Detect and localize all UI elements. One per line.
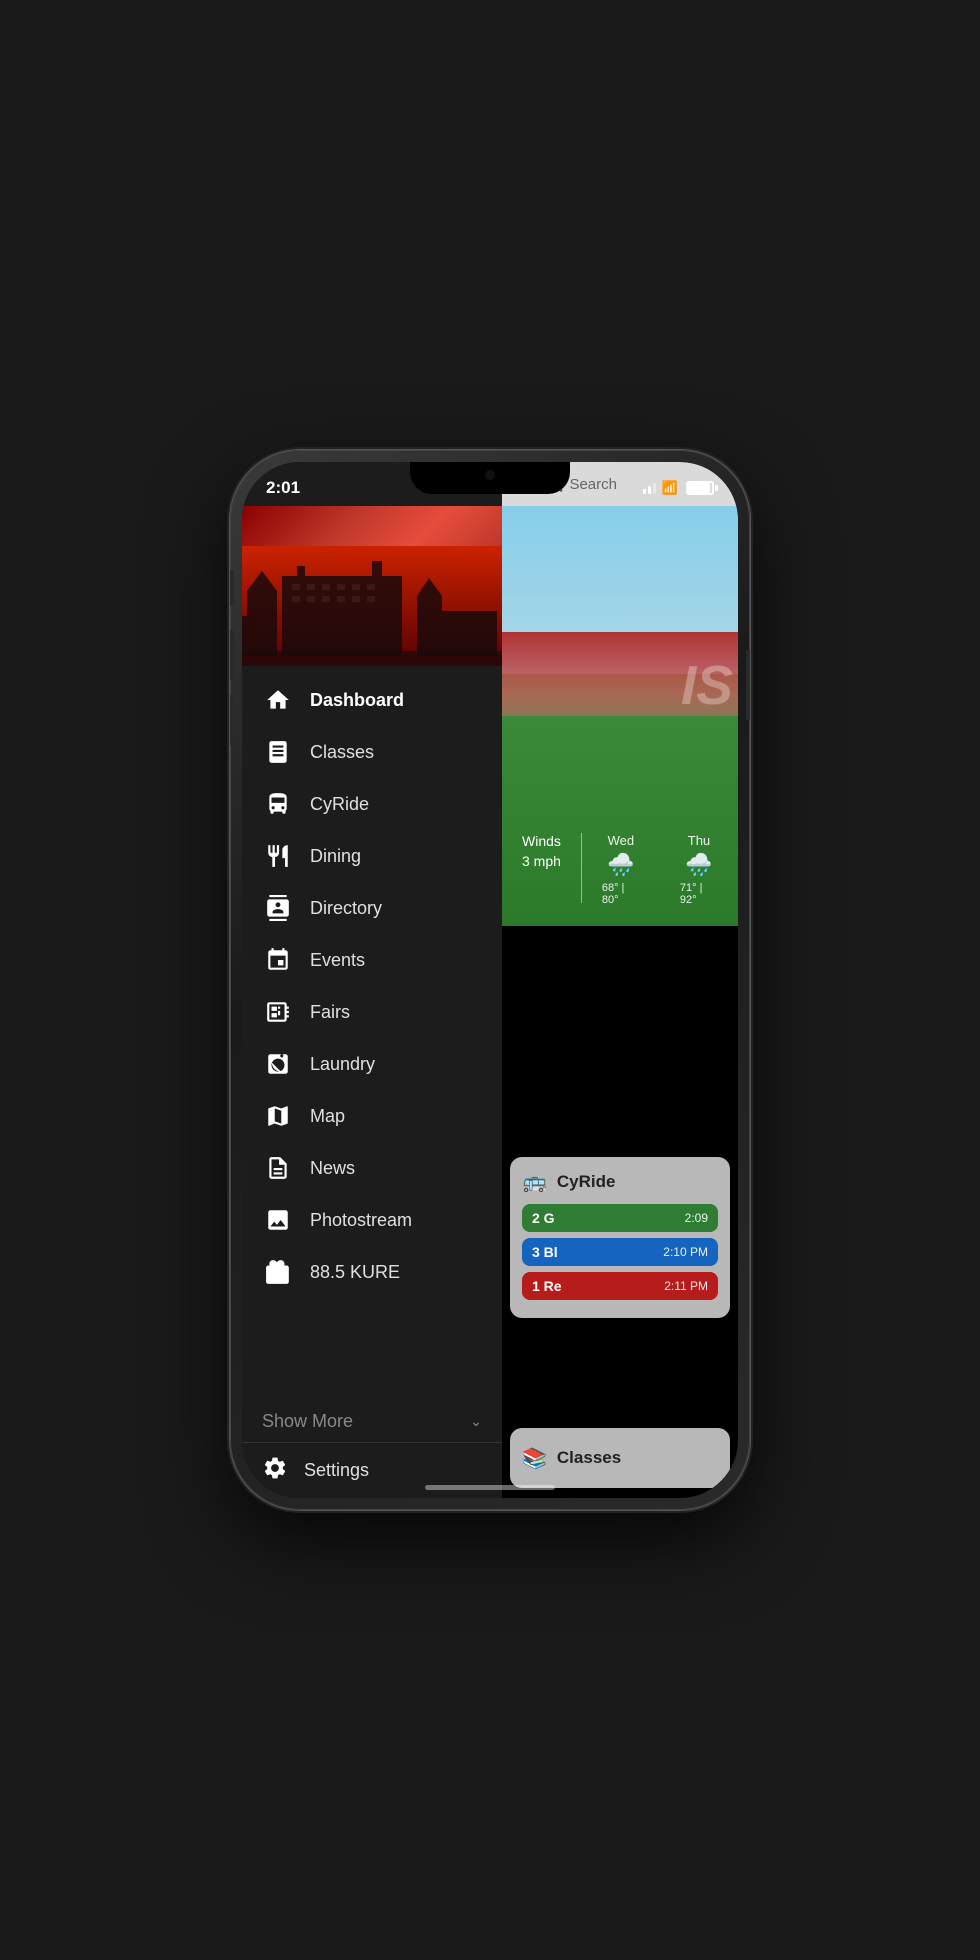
sidebar-item-dashboard[interactable]: Dashboard: [242, 674, 502, 726]
phone-screen: Dashboard Classes CyRide: [242, 462, 738, 1498]
weather-forecast: Wed 🌧️ 68° | 80° Thu 🌧️ 71° | 92°: [602, 833, 718, 906]
sidebar-item-label: Directory: [310, 898, 382, 919]
power-button[interactable]: [746, 650, 750, 720]
menu-list: Dashboard Classes CyRide: [242, 666, 502, 1401]
photostream-icon: [262, 1204, 294, 1236]
classes-card[interactable]: 📚 Classes: [510, 1428, 730, 1488]
bus-icon: 🚌: [522, 1169, 547, 1194]
menu-header-image: [242, 506, 502, 666]
sidebar-item-kure[interactable]: 88.5 KURE: [242, 1246, 502, 1298]
winds-label: Winds: [522, 833, 561, 849]
status-time: 2:01: [266, 478, 300, 498]
home-indicator[interactable]: [425, 1485, 555, 1490]
sidebar-item-label: 88.5 KURE: [310, 1262, 400, 1283]
fairs-icon: [262, 996, 294, 1028]
sidebar-item-fairs[interactable]: Fairs: [242, 986, 502, 1038]
route-number-red: 1 Re: [532, 1278, 562, 1294]
sidebar-item-label: News: [310, 1158, 355, 1179]
rain-icon-wed: 🌧️: [607, 852, 634, 878]
classes-card-icon: 📚: [522, 1446, 547, 1471]
sidebar-item-label: Classes: [310, 742, 374, 763]
stadium-banner: IS Winds 3 mph: [502, 506, 738, 926]
wifi-icon: 📶: [662, 480, 678, 496]
show-more-row[interactable]: Show More ⌄: [242, 1401, 502, 1442]
directory-icon: [262, 892, 294, 924]
weather-day-wed: Wed 🌧️ 68° | 80°: [602, 833, 640, 906]
route-number-blue: 3 Bl: [532, 1244, 558, 1260]
laundry-icon: [262, 1048, 294, 1080]
route-time-green: 2:09: [685, 1211, 708, 1225]
sidebar-item-label: Fairs: [310, 1002, 350, 1023]
silent-switch[interactable]: [230, 570, 234, 606]
sidebar-item-events[interactable]: Events: [242, 934, 502, 986]
sidebar-item-photostream[interactable]: Photostream: [242, 1194, 502, 1246]
route-time-red: 2:11 PM: [664, 1279, 708, 1293]
sidebar-item-label: Events: [310, 950, 365, 971]
sidebar-item-cyride[interactable]: CyRide: [242, 778, 502, 830]
radio-icon: [262, 1256, 294, 1288]
route-item-green[interactable]: 2 G 2:09: [522, 1204, 718, 1232]
show-more-label: Show More: [262, 1411, 353, 1432]
phone-frame: Dashboard Classes CyRide: [230, 450, 750, 1510]
sidebar-item-classes[interactable]: Classes: [242, 726, 502, 778]
sidebar-item-label: Photostream: [310, 1210, 412, 1231]
sidebar-item-directory[interactable]: Directory: [242, 882, 502, 934]
cyride-card[interactable]: 🚌 CyRide 2 G 2:09 3 Bl 2:10 PM 1 Re 2:11…: [510, 1157, 730, 1318]
battery-icon: [686, 481, 714, 495]
news-icon: [262, 1152, 294, 1184]
dashboard-icon: [262, 684, 294, 716]
route-item-blue[interactable]: 3 Bl 2:10 PM: [522, 1238, 718, 1266]
wind-speed: 3 mph: [522, 853, 561, 869]
weather-temp-thu: 71° | 92°: [680, 882, 718, 906]
route-item-red[interactable]: 1 Re 2:11 PM: [522, 1272, 718, 1300]
sidebar-item-label: Map: [310, 1106, 345, 1127]
route-number-green: 2 G: [532, 1210, 555, 1226]
rain-icon-thu: 🌧️: [685, 852, 712, 878]
chevron-down-icon: ⌄: [470, 1413, 482, 1430]
cyride-card-title: CyRide: [557, 1172, 616, 1192]
settings-icon: [262, 1455, 288, 1486]
signal-dots: [643, 483, 656, 494]
sidebar-item-dining[interactable]: Dining: [242, 830, 502, 882]
main-content: 🔍 Search IS: [502, 462, 738, 1498]
sidebar-item-label: CyRide: [310, 794, 369, 815]
phone-notch: [410, 462, 570, 494]
sidebar-item-label: Dining: [310, 846, 361, 867]
stadium-image: IS Winds 3 mph: [502, 506, 738, 926]
side-menu: Dashboard Classes CyRide: [242, 462, 502, 1498]
sidebar-item-laundry[interactable]: Laundry: [242, 1038, 502, 1090]
sidebar-item-map[interactable]: Map: [242, 1090, 502, 1142]
app-screen: Dashboard Classes CyRide: [242, 462, 738, 1498]
classes-card-title: Classes: [557, 1448, 621, 1468]
classes-icon: [262, 736, 294, 768]
sidebar-item-label: Laundry: [310, 1054, 375, 1075]
route-time-blue: 2:10 PM: [663, 1245, 708, 1259]
settings-label: Settings: [304, 1460, 369, 1481]
sidebar-item-news[interactable]: News: [242, 1142, 502, 1194]
weather-temp-wed: 68° | 80°: [602, 882, 640, 906]
cyride-card-header: 🚌 CyRide: [522, 1169, 718, 1194]
weather-widget: Winds 3 mph Wed 🌧️ 68° | 80°: [502, 833, 738, 906]
volume-up-button[interactable]: [230, 630, 234, 680]
volume-down-button[interactable]: [230, 695, 234, 745]
sidebar-item-label: Dashboard: [310, 690, 404, 711]
map-icon: [262, 1100, 294, 1132]
events-icon: [262, 944, 294, 976]
weather-day-thu: Thu 🌧️ 71° | 92°: [680, 833, 718, 906]
dining-icon: [262, 840, 294, 872]
cyride-icon: [262, 788, 294, 820]
status-icons: 📶: [643, 480, 714, 496]
